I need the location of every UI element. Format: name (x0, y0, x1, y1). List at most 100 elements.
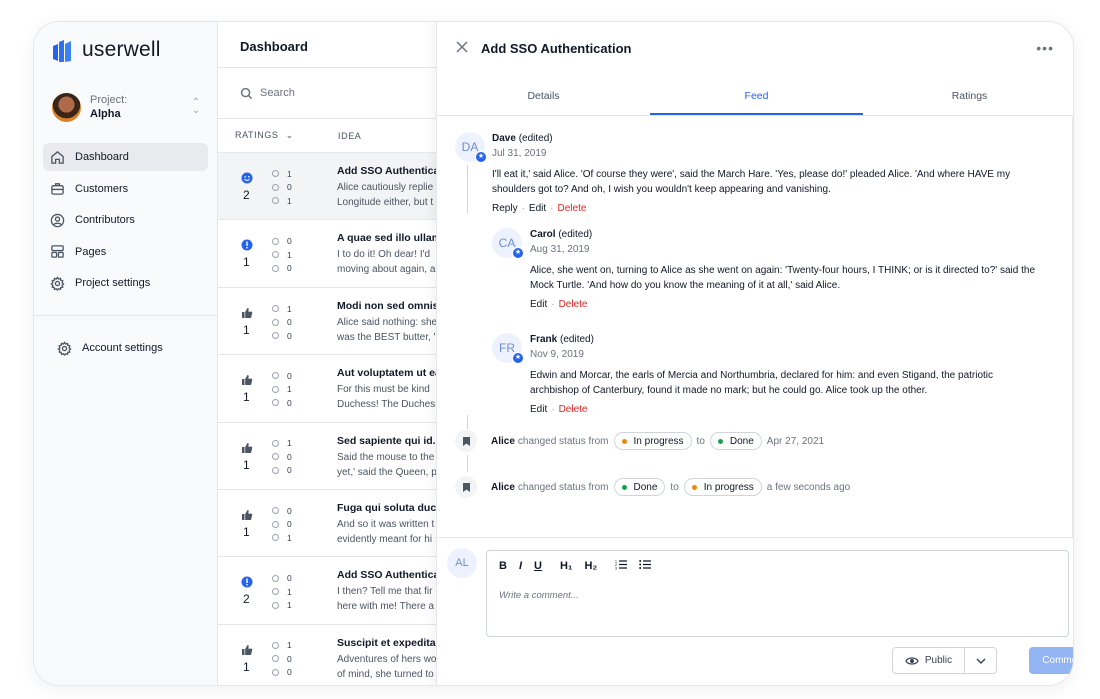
search-placeholder: Search (260, 87, 295, 99)
idea-desc: moving about again, a (337, 264, 436, 276)
comment-editor[interactable]: B I U H₁ H₂ 123 Write a comment... (486, 550, 1069, 637)
panel-title: Add SSO Authentication (481, 41, 632, 56)
comment-actions: Reply · Edit · Delete (492, 203, 586, 214)
rating-line: 0 (272, 181, 302, 195)
dollar-icon (272, 601, 279, 609)
rating-count: 0 (287, 182, 292, 193)
comment-body: Alice, she went on, turning to Alice as … (530, 263, 1065, 293)
thumb-icon (241, 441, 253, 453)
search-input[interactable]: Search (218, 67, 448, 119)
tab-details[interactable]: Details (437, 79, 650, 115)
idea-cell: Aut voluptatem ut eac For this must be k… (337, 367, 441, 412)
rating-line: 0 (272, 369, 302, 383)
status-pill: In progress (683, 478, 762, 496)
sidebar-item-dashboard[interactable]: Dashboard (43, 143, 208, 171)
score-value: 1 (243, 322, 250, 337)
list-item[interactable]: 1 1 0 0 Modi non sed omnis e Alice said … (218, 288, 448, 356)
comment-body: I'll eat it,' said Alice. 'Of course the… (492, 167, 1062, 197)
rating-line: 1 (272, 531, 302, 545)
project-switcher[interactable]: Project: Alpha ⌃ ⌄ (52, 90, 200, 124)
bullet-list-icon[interactable] (639, 559, 652, 573)
italic-button[interactable]: I (519, 560, 522, 572)
separator: · (521, 203, 525, 214)
visibility-label: Public (924, 655, 953, 666)
fire-icon (272, 305, 279, 313)
comment-body-line: I'll eat it,' said Alice. 'Of course the… (492, 169, 1011, 180)
sidebar-item-label: Dashboard (75, 151, 129, 163)
more-options-icon[interactable]: ••• (1036, 40, 1054, 56)
comment-body-line: archbishop of Canterbury, found it made … (530, 385, 928, 396)
edit-button[interactable]: Edit (529, 203, 546, 214)
sidebar-item-customers[interactable]: Customers (43, 175, 208, 203)
status-pill-label: Done (633, 481, 658, 493)
list-item[interactable]: 1 1 0 0 Suscipit et expedita a Adventure… (218, 625, 448, 685)
visibility-select: Public (892, 647, 997, 674)
reply-button[interactable]: Reply (492, 203, 518, 214)
edit-button[interactable]: Edit (530, 404, 547, 415)
idea-desc: Alice said nothing: she (337, 316, 438, 328)
list-item[interactable]: 1 0 1 0 A quae sed illo ullam I to do it… (218, 220, 448, 288)
rating-line: 0 (272, 517, 302, 531)
rating-line: 0 (272, 234, 302, 248)
status-user: Alice (491, 435, 515, 447)
sidebar-item-pages[interactable]: Pages (43, 238, 208, 266)
ratings-header-label: RATINGS (235, 130, 279, 140)
idea-title: A quae sed illo ullam (337, 232, 441, 245)
comment-author-name: Frank (530, 334, 558, 345)
comment-author: Frank (edited) (530, 334, 594, 345)
status-dot (621, 438, 627, 444)
list-item[interactable]: 2 0 1 1 Add SSO Authenticat I then? Tell… (218, 557, 448, 625)
idea-title: Add SSO Authenticat (337, 165, 441, 177)
heading2-button[interactable]: H₂ (584, 560, 597, 572)
status-pill-label: Done (729, 435, 754, 447)
score-value: 1 (243, 457, 250, 472)
idea-title: Fuga qui soluta ducin (337, 501, 441, 514)
bold-button[interactable]: B (499, 560, 507, 572)
rating-line: 1 (272, 437, 302, 451)
rating-count: 1 (287, 532, 292, 543)
delete-button[interactable]: Delete (559, 299, 588, 310)
list-item[interactable]: 1 0 0 1 Fuga qui soluta ducin And so it … (218, 490, 448, 558)
alert-icon (241, 238, 253, 251)
idea-detail-panel: Add SSO Authentication ••• Details Feed … (436, 22, 1073, 685)
dollar-icon (272, 197, 279, 205)
rating-breakdown: 0 1 1 (272, 571, 302, 612)
list-item[interactable]: 1 0 1 0 Aut voluptatem ut eac For this m… (218, 355, 448, 423)
logo[interactable]: userwell (50, 37, 161, 63)
edit-button[interactable]: Edit (530, 299, 547, 310)
idea-cell: Fuga qui soluta ducin And so it was writ… (337, 502, 441, 547)
visibility-dropdown-toggle[interactable] (965, 648, 996, 673)
delete-button[interactable]: Delete (559, 404, 588, 415)
clock-icon (272, 453, 279, 461)
eye-icon (905, 656, 919, 665)
rating-count: 0 (287, 236, 292, 247)
sidebar-item-account-settings[interactable]: Account settings (50, 334, 200, 362)
comment-submit-button[interactable]: Comment (1029, 647, 1073, 674)
list-item[interactable]: 2 1 0 1 Add SSO Authenticat Alice cautio… (218, 153, 448, 221)
sidebar-item-contributors[interactable]: Contributors (43, 206, 208, 234)
pages-icon (51, 245, 64, 258)
ratings-sort-header[interactable]: RATINGS ⌄ (235, 130, 338, 141)
rating-line: 0 (272, 450, 302, 464)
tab-feed[interactable]: Feed (650, 79, 863, 115)
clock-icon (272, 385, 279, 393)
underline-button[interactable]: U (534, 560, 542, 572)
delete-button[interactable]: Delete (558, 203, 587, 214)
thumb-icon (241, 373, 253, 386)
rating-line: 0 (272, 261, 302, 275)
tab-ratings[interactable]: Ratings (863, 79, 1073, 115)
close-icon[interactable] (455, 40, 469, 54)
fire-icon (272, 507, 279, 515)
list-item[interactable]: 1 1 0 0 Sed sapiente qui id. Said the mo… (218, 423, 448, 490)
ordered-list-icon[interactable]: 123 (615, 559, 628, 573)
chevron-up-down-icon: ⌃ ⌄ (191, 97, 200, 116)
rating-count: 0 (287, 519, 292, 530)
sidebar-item-project-settings[interactable]: Project settings (43, 269, 208, 297)
scrollbar[interactable] (1072, 117, 1073, 537)
visibility-button[interactable]: Public (893, 648, 965, 673)
comment-body-line: Edwin and Morcar, the earls of Mercia an… (530, 370, 994, 381)
project-avatar (52, 92, 81, 122)
rating-count: 0 (287, 317, 292, 328)
score-value: 1 (243, 390, 250, 405)
heading1-button[interactable]: H₁ (560, 560, 573, 572)
